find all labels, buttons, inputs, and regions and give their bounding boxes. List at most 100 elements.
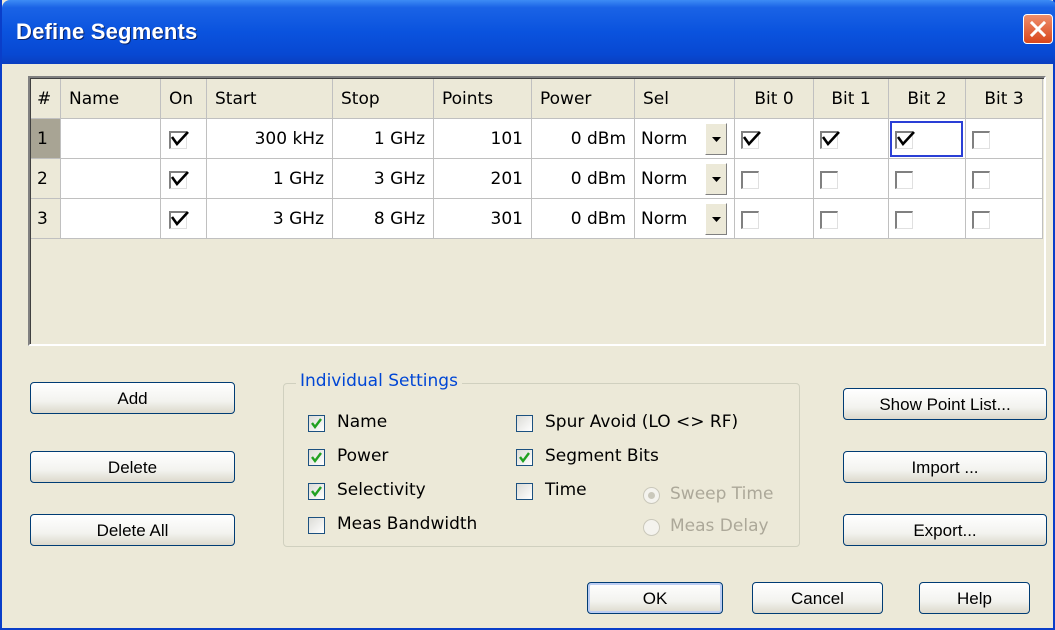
start-cell[interactable]: 300 kHz — [207, 119, 333, 159]
segment-bits-checkbox[interactable] — [516, 449, 533, 466]
bit1-checkbox[interactable] — [820, 211, 838, 229]
column-header[interactable]: Points — [434, 79, 532, 119]
import-button[interactable]: Import ... — [843, 451, 1047, 483]
spur-avoid-checkbox[interactable] — [516, 415, 533, 432]
chevron-down-icon — [712, 217, 721, 222]
column-header[interactable]: On — [161, 79, 207, 119]
bit3-checkbox[interactable] — [972, 171, 990, 189]
row-header[interactable]: 2 — [31, 159, 61, 199]
column-header[interactable]: Bit 3 — [966, 79, 1043, 119]
segment-bit0-cell[interactable] — [735, 159, 814, 199]
bit0-checkbox[interactable] — [741, 211, 759, 229]
segment-name-cell[interactable] — [61, 119, 161, 159]
selectivity-value: Norm — [641, 209, 688, 229]
checkmark-icon — [170, 171, 189, 187]
selectivity-cell[interactable]: Norm — [635, 119, 735, 159]
segment-bit3-cell[interactable] — [966, 119, 1043, 159]
selectivity-cell[interactable]: Norm — [635, 199, 735, 239]
column-header[interactable]: Start — [207, 79, 333, 119]
segment-bit0-cell[interactable] — [735, 119, 814, 159]
checkmark-icon — [311, 418, 322, 429]
on-cell[interactable] — [161, 119, 207, 159]
column-header[interactable]: Bit 1 — [814, 79, 889, 119]
selectivity-label: Selectivity — [337, 480, 426, 500]
title-bar[interactable]: Define Segments — [2, 0, 1055, 64]
meas-bandwidth-checkbox[interactable] — [308, 517, 325, 534]
power-cell[interactable]: 0 dBm — [532, 199, 635, 239]
column-header[interactable]: Name — [61, 79, 161, 119]
segment-bit1-cell[interactable] — [814, 159, 889, 199]
points-cell[interactable]: 201 — [434, 159, 532, 199]
name-checkbox[interactable] — [308, 415, 325, 432]
segment-bit3-cell[interactable] — [966, 159, 1043, 199]
selectivity-dropdown-button[interactable] — [705, 203, 727, 235]
stop-cell[interactable]: 1 GHz — [333, 119, 434, 159]
close-button[interactable] — [1023, 14, 1053, 44]
row-header[interactable]: 1 — [31, 119, 61, 159]
checkmark-icon — [742, 131, 761, 147]
checkmark-icon — [170, 131, 189, 147]
on-cell[interactable] — [161, 199, 207, 239]
column-header[interactable]: Power — [532, 79, 635, 119]
bit0-checkbox[interactable] — [741, 131, 761, 149]
segment-bit3-cell[interactable] — [966, 199, 1043, 239]
name-label: Name — [337, 412, 388, 432]
column-header[interactable]: Stop — [333, 79, 434, 119]
checkmark-icon — [170, 211, 189, 227]
bit1-checkbox[interactable] — [820, 171, 838, 189]
define-segments-dialog: Define Segments # Name On Start Stop Points Po… — [0, 0, 1055, 630]
power-cell[interactable]: 0 dBm — [532, 119, 635, 159]
meas-delay-radio[interactable] — [643, 519, 660, 536]
start-cell[interactable]: 3 GHz — [207, 199, 333, 239]
checkmark-icon — [519, 452, 530, 463]
start-cell[interactable]: 1 GHz — [207, 159, 333, 199]
column-header[interactable]: Sel — [635, 79, 735, 119]
segment-bit1-cell[interactable] — [814, 119, 889, 159]
column-header[interactable]: # — [31, 79, 61, 119]
delete-button[interactable]: Delete — [30, 451, 235, 483]
segment-bits-label: Segment Bits — [545, 446, 659, 466]
segment-bit2-cell[interactable] — [889, 119, 966, 159]
bit1-checkbox[interactable] — [820, 131, 840, 149]
segment-bit2-cell[interactable] — [889, 159, 966, 199]
on-checkbox[interactable] — [169, 171, 189, 189]
segment-name-cell[interactable] — [61, 199, 161, 239]
selectivity-dropdown-button[interactable] — [705, 123, 727, 155]
stop-cell[interactable]: 3 GHz — [333, 159, 434, 199]
time-label: Time — [545, 480, 587, 500]
help-button[interactable]: Help — [919, 582, 1030, 614]
row-header[interactable]: 3 — [31, 199, 61, 239]
show-point-list-button[interactable]: Show Point List... — [843, 388, 1047, 420]
points-cell[interactable]: 301 — [434, 199, 532, 239]
export-button[interactable]: Export... — [843, 514, 1047, 546]
bit2-checkbox[interactable] — [895, 171, 913, 189]
cancel-button[interactable]: Cancel — [752, 582, 883, 614]
points-cell[interactable]: 101 — [434, 119, 532, 159]
selectivity-dropdown-button[interactable] — [705, 163, 727, 195]
on-checkbox[interactable] — [169, 211, 189, 229]
segment-bit2-cell[interactable] — [889, 199, 966, 239]
power-checkbox[interactable] — [308, 449, 325, 466]
selectivity-cell[interactable]: Norm — [635, 159, 735, 199]
bit3-checkbox[interactable] — [972, 211, 990, 229]
time-checkbox[interactable] — [516, 483, 533, 500]
power-cell[interactable]: 0 dBm — [532, 159, 635, 199]
add-button[interactable]: Add — [30, 382, 235, 414]
chevron-down-icon — [712, 177, 721, 182]
column-header[interactable]: Bit 2 — [889, 79, 966, 119]
bit0-checkbox[interactable] — [741, 171, 759, 189]
on-checkbox[interactable] — [169, 131, 189, 149]
bit3-checkbox[interactable] — [972, 131, 990, 149]
segment-name-cell[interactable] — [61, 159, 161, 199]
bit2-checkbox[interactable] — [895, 211, 913, 229]
sweep-time-radio[interactable] — [643, 487, 660, 504]
delete-all-button[interactable]: Delete All — [30, 514, 235, 546]
selectivity-checkbox[interactable] — [308, 483, 325, 500]
segment-bit0-cell[interactable] — [735, 199, 814, 239]
stop-cell[interactable]: 8 GHz — [333, 199, 434, 239]
on-cell[interactable] — [161, 159, 207, 199]
ok-button[interactable]: OK — [587, 582, 723, 614]
segment-bit1-cell[interactable] — [814, 199, 889, 239]
column-header[interactable]: Bit 0 — [735, 79, 814, 119]
segment-grid[interactable]: # Name On Start Stop Points Power Sel Bit 0 Bit 1… — [28, 76, 1046, 346]
